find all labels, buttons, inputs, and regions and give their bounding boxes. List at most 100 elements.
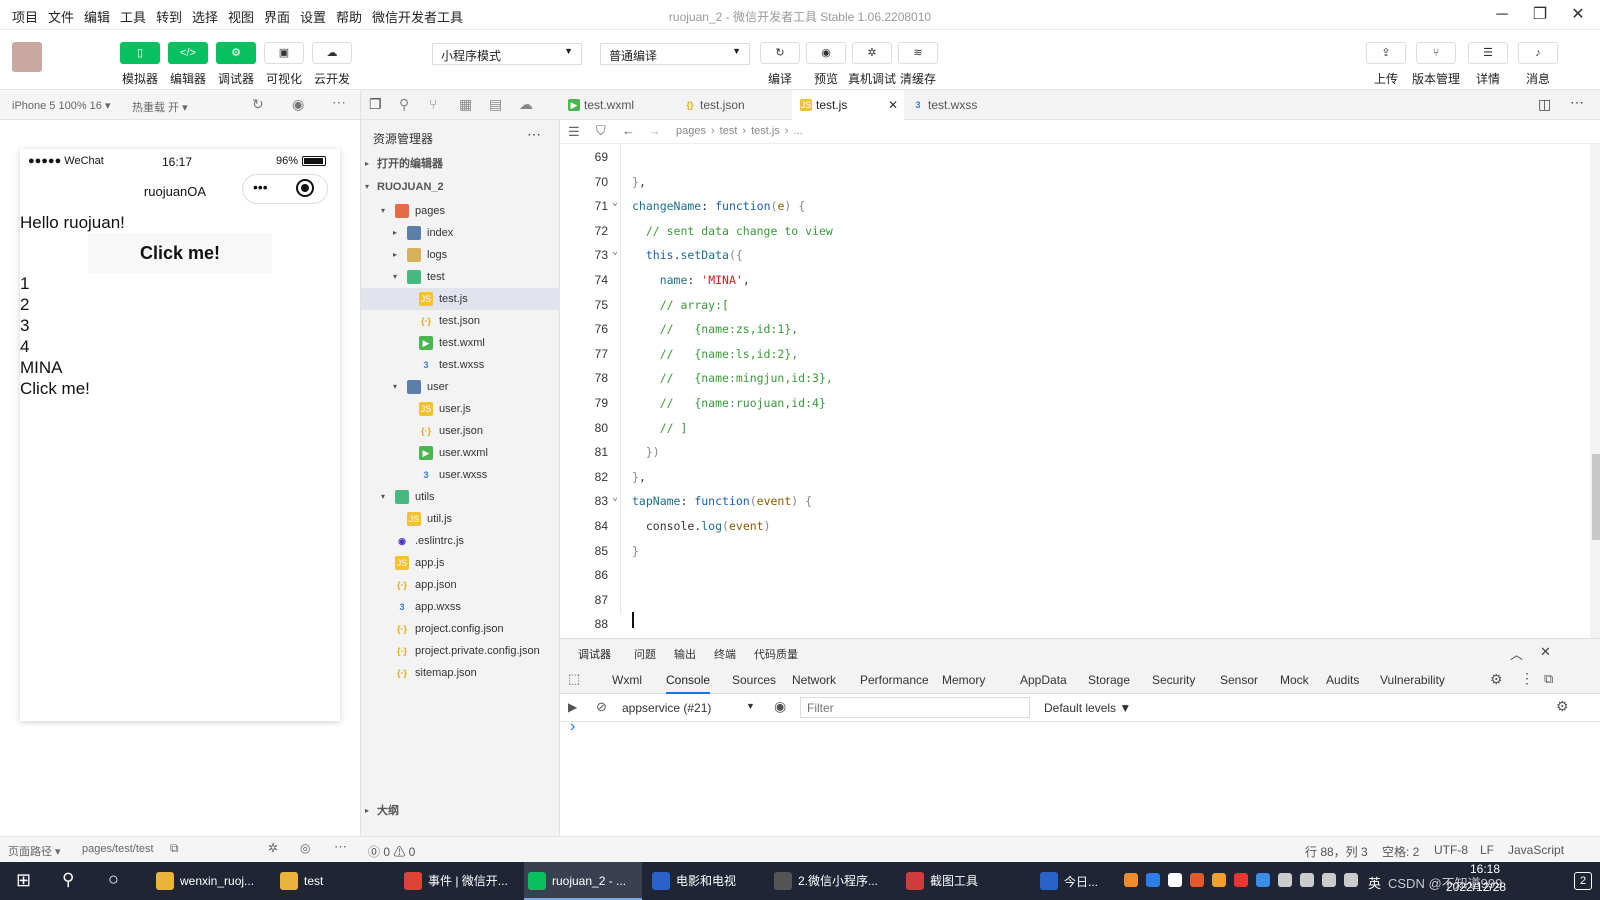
eye-icon[interactable]: ◉ — [774, 698, 786, 715]
chevron-down-icon[interactable]: ▾ — [393, 266, 403, 288]
kebab-icon[interactable]: ⋮ — [1520, 670, 1534, 687]
devtools-tab[interactable]: Storage — [1088, 673, 1130, 687]
search-icon[interactable]: ⚲ — [62, 870, 74, 890]
devtools-top-tab[interactable]: 问题 — [634, 646, 656, 662]
clock-date[interactable]: 2022/12/28 — [1446, 880, 1506, 894]
devtools-tab[interactable]: Memory — [942, 673, 985, 687]
chevron-down-icon[interactable]: ▾ — [393, 376, 403, 398]
hot-reload-toggle[interactable]: 热重载 开 ▾ — [132, 99, 188, 115]
editor-tab[interactable]: JS test.js ✕ — [792, 90, 904, 120]
editor-tab[interactable]: {} test.json — [676, 90, 786, 120]
tree-item[interactable]: JS user.js — [361, 398, 560, 420]
tree-item[interactable]: ▶ test.wxml — [361, 332, 560, 354]
list-icon[interactable]: ☰ — [568, 124, 580, 140]
collapse-icon[interactable]: ︿ — [1510, 644, 1523, 663]
news-icon[interactable] — [1040, 872, 1058, 890]
language-mode[interactable]: JavaScript — [1508, 843, 1564, 857]
panel-icon[interactable]: ▤ — [489, 96, 502, 113]
code-button[interactable]: </> 编辑器 — [168, 42, 208, 87]
branch-button[interactable]: ⑂ 版本管理 — [1412, 42, 1460, 87]
sidebar-toggle-icon[interactable]: ▶︎ — [568, 700, 577, 714]
compile-select[interactable]: 普通编译 ▼ — [600, 43, 750, 65]
bluetooth-icon[interactable] — [1256, 873, 1270, 887]
tray-app-icon[interactable] — [1234, 873, 1248, 887]
tree-item[interactable]: ▾ test — [361, 266, 560, 288]
editor-tab[interactable]: 3 test.wxss — [904, 90, 1014, 120]
cloud-icon[interactable]: ☁ — [519, 96, 533, 113]
tree-item[interactable]: ◉ .eslintrc.js — [361, 530, 560, 552]
tree-item[interactable]: {·} project.config.json — [361, 618, 560, 640]
tree-item[interactable]: ▶ user.wxml — [361, 442, 560, 464]
clear-console-icon[interactable]: ⊘ — [596, 699, 607, 715]
task-view-icon[interactable]: ○ — [108, 869, 119, 890]
more-dots-icon[interactable]: ••• — [253, 179, 268, 195]
fold-chevron-icon[interactable]: ⌄ — [612, 492, 618, 503]
editor-tab[interactable]: ▶ test.wxml — [560, 90, 670, 120]
devtools-tab[interactable]: AppData — [1020, 673, 1067, 687]
tray-app-icon[interactable] — [1124, 873, 1138, 887]
devtools-tab[interactable]: Audits — [1326, 673, 1359, 687]
close-icon[interactable]: ✕ — [1540, 644, 1551, 660]
eye-button[interactable]: ◉ 预览 — [806, 42, 846, 87]
upload-button[interactable]: ⇪ 上传 — [1366, 42, 1406, 87]
tree-item[interactable]: {·} project.private.config.json — [361, 640, 560, 662]
maximize-button[interactable]: ❐ — [1528, 4, 1552, 26]
close-window-button[interactable]: ✕ — [1566, 4, 1590, 26]
tree-item[interactable]: ▸ logs — [361, 244, 560, 266]
breadcrumb-item[interactable]: ... — [793, 125, 802, 137]
git-icon[interactable]: ⑂ — [429, 96, 437, 112]
project-section[interactable]: ▾ RUOJUAN_2 — [361, 176, 560, 198]
devtools-tab[interactable]: Mock — [1280, 673, 1309, 687]
vertical-scrollbar[interactable] — [1590, 144, 1600, 638]
inspect-icon[interactable]: ⬚ — [568, 671, 580, 687]
stop-icon[interactable]: ◉ — [292, 96, 304, 113]
chevron-right-icon[interactable]: ▸ — [393, 244, 403, 266]
debug-button[interactable]: ⚙ 调试器 — [216, 42, 256, 87]
fold-chevron-icon[interactable]: ⌄ — [612, 246, 618, 257]
close-tab-icon[interactable]: ✕ — [888, 90, 898, 120]
tray-app-icon[interactable] — [1146, 873, 1160, 887]
tree-item[interactable]: 3 app.wxss — [361, 596, 560, 618]
taskbar-app[interactable]: 事件 | 微信开... — [400, 862, 518, 900]
filter-input[interactable] — [800, 697, 1030, 718]
devtools-tab[interactable]: Sources — [732, 673, 776, 687]
gear-icon[interactable]: ⚙ — [1556, 698, 1569, 715]
capsule-menu[interactable]: ••• — [242, 174, 328, 204]
more-icon[interactable]: ⋯ — [1570, 94, 1584, 111]
tray-app-icon[interactable] — [1278, 873, 1292, 887]
fold-chevron-icon[interactable]: ⌄ — [612, 197, 618, 208]
tree-item[interactable]: JS test.js — [361, 288, 560, 310]
taskbar-app[interactable]: ruojuan_2 - ... — [524, 862, 642, 900]
chevron-right-icon[interactable]: ▸ — [393, 222, 403, 244]
taskbar-app[interactable]: 电影和电视 — [648, 862, 766, 900]
devtools-tab[interactable]: Sensor — [1220, 673, 1258, 687]
breadcrumb-item[interactable]: test — [720, 125, 738, 137]
taskbar-app[interactable]: wenxin_ruoj... — [152, 862, 270, 900]
clock-time[interactable]: 16:18 — [1470, 862, 1500, 876]
breadcrumb-item[interactable]: pages — [676, 125, 706, 137]
close-capsule-icon[interactable] — [296, 179, 314, 197]
windows-start-icon[interactable]: ⊞ — [16, 870, 31, 891]
tree-item[interactable]: {·} user.json — [361, 420, 560, 442]
levels-select[interactable]: Default levels ▼ — [1044, 701, 1131, 715]
chevron-down-icon[interactable]: ▾ — [381, 486, 391, 508]
chevron-down-icon[interactable]: ▾ — [381, 200, 391, 222]
devtools-tab[interactable]: Console — [666, 673, 711, 694]
extensions-icon[interactable]: ▦ — [459, 96, 472, 113]
volume-icon[interactable] — [1344, 873, 1358, 887]
tree-item[interactable]: ▾ utils — [361, 486, 560, 508]
page-path-label[interactable]: 页面路径 ▾ — [8, 843, 61, 859]
layout-button[interactable]: ▣ 可视化 — [264, 42, 304, 87]
devtools-tab[interactable]: Performance — [860, 673, 929, 687]
breadcrumb-item[interactable]: test.js — [751, 125, 780, 137]
devtools-tab[interactable]: Wxml — [612, 673, 642, 687]
bookmark-icon[interactable]: ⛉ — [596, 123, 606, 139]
footer-text[interactable]: Click me! — [20, 378, 90, 399]
files-icon[interactable]: ❐ — [369, 96, 382, 113]
tree-item[interactable]: ▾ user — [361, 376, 560, 398]
click-me-button[interactable]: Click me! — [88, 233, 272, 273]
tree-item[interactable]: 3 user.wxss — [361, 464, 560, 486]
tree-item[interactable]: 3 test.wxss — [361, 354, 560, 376]
wifi-icon[interactable] — [1322, 873, 1336, 887]
bell-button[interactable]: ♪ 消息 — [1518, 42, 1558, 87]
